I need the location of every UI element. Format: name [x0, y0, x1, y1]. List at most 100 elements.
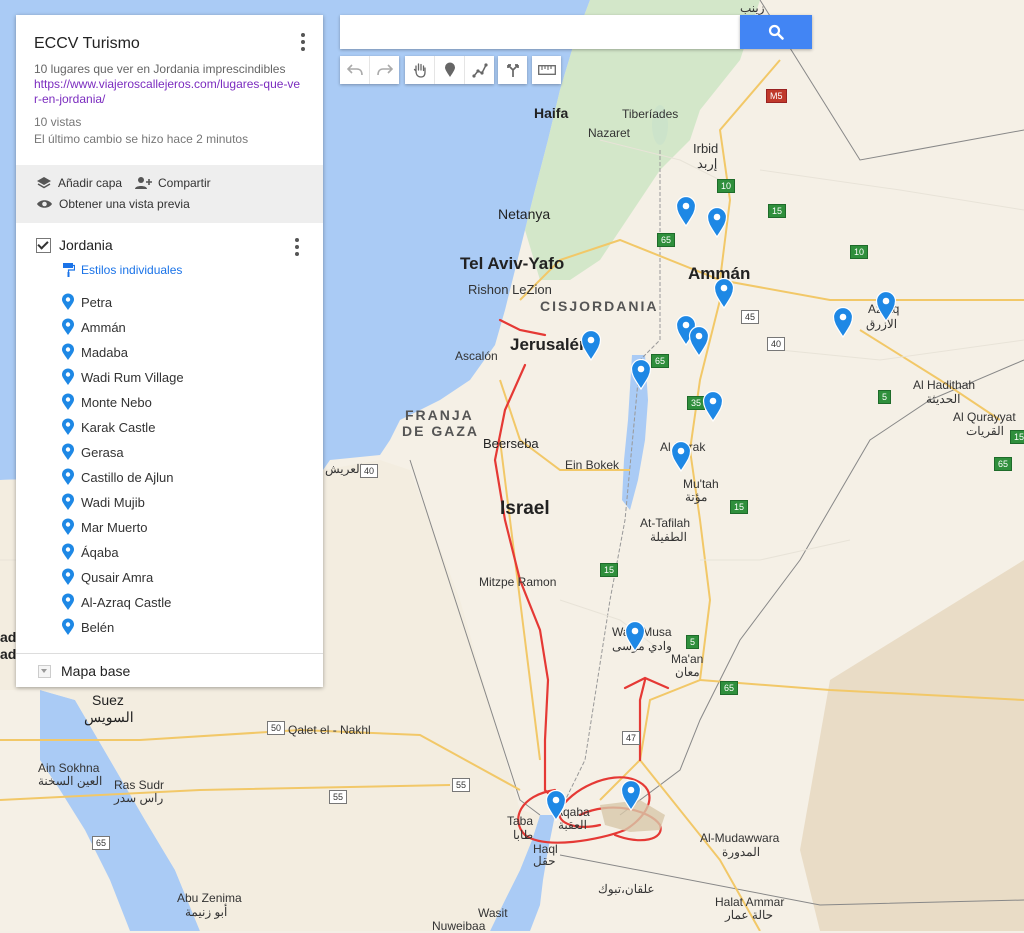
map-views-count: 10 vistas — [34, 115, 82, 129]
place-name: Belén — [81, 619, 115, 635]
search-input[interactable] — [340, 15, 740, 49]
map-pin-icon[interactable] — [624, 620, 646, 652]
map-description-link[interactable]: https://www.viajeroscallejeros.com/lugar… — [34, 77, 304, 107]
map-label-mudawwara-ar: المدورة — [722, 845, 761, 859]
place-name: Ammán — [81, 319, 126, 335]
undo-icon[interactable] — [340, 56, 370, 84]
layer-place-item[interactable]: Petra — [61, 291, 112, 313]
map-options-kebab-icon[interactable] — [301, 33, 305, 51]
place-marker-icon — [62, 418, 74, 435]
road-shield: 10 — [850, 245, 869, 259]
layer-place-item[interactable]: Castillo de Ajlun — [61, 466, 174, 488]
map-pin-icon[interactable] — [670, 440, 692, 472]
preview-button[interactable]: Obtener una vista previa — [36, 197, 190, 211]
marker-icon[interactable] — [435, 56, 465, 84]
map-pin-icon[interactable] — [580, 329, 602, 361]
ruler-icon[interactable] — [532, 56, 561, 84]
layer-name[interactable]: Jordania — [59, 237, 113, 253]
map-description[interactable]: 10 lugares que ver en Jordania imprescin… — [34, 62, 285, 76]
layer-place-item[interactable]: Gerasa — [61, 441, 124, 463]
layer-place-item[interactable]: Monte Nebo — [61, 391, 152, 413]
map-label-qurayyat: Al Qurayyat — [953, 410, 1016, 424]
place-marker-icon — [62, 318, 74, 335]
layer-visibility-checkbox[interactable] — [36, 237, 51, 253]
layer-place-item[interactable]: Wadi Rum Village — [61, 366, 184, 388]
map-label-cisjordania: CISJORDANIA — [540, 298, 659, 314]
layer-place-item[interactable]: Wadi Mujib — [61, 491, 145, 513]
road-shield: 5 — [686, 635, 700, 649]
draw-line-icon[interactable] — [465, 56, 494, 84]
map-label-rassudr: Ras Sudr — [114, 778, 165, 792]
map-pin-icon[interactable] — [706, 206, 728, 238]
road-shield: 15 — [768, 204, 787, 218]
map-pin-icon[interactable] — [545, 789, 567, 821]
place-name: Áqaba — [81, 544, 119, 560]
map-label-nazaret: Nazaret — [588, 126, 631, 140]
tools-toolbar — [405, 56, 494, 84]
road-shield: 10 — [717, 179, 736, 193]
place-marker-icon — [62, 518, 74, 535]
map-label-suez-ar: السويس — [84, 709, 134, 725]
layer-place-item[interactable]: Madaba — [61, 341, 128, 363]
map-label-ascalon: Ascalón — [455, 349, 498, 363]
map-label-halatammar: Halat Ammar — [715, 895, 785, 909]
map-label-maan-ar: معان — [675, 665, 700, 679]
map-pin-icon[interactable] — [702, 390, 724, 422]
layer-place-item[interactable]: Karak Castle — [61, 416, 155, 438]
road-shield: 65 — [994, 457, 1013, 471]
base-map-label: Mapa base — [61, 663, 131, 679]
place-name: Castillo de Ajlun — [81, 469, 174, 485]
base-map-toggle[interactable]: Mapa base — [38, 663, 130, 679]
hand-icon[interactable] — [405, 56, 435, 84]
map-label-telaviv: Tel Aviv-Yafo — [460, 254, 565, 273]
layer-place-item[interactable]: Belén — [61, 616, 114, 638]
map-label-mudawwara: Al-Mudawwara — [700, 831, 780, 845]
layer-place-item[interactable]: Ammán — [61, 316, 126, 338]
add-layer-button[interactable]: Añadir capa — [36, 176, 122, 190]
individual-styles-link[interactable]: Estilos individuales — [63, 263, 182, 277]
map-label-wasit: Wasit — [478, 906, 508, 920]
layer-place-item[interactable]: Qusair Amra — [61, 566, 153, 588]
place-marker-icon — [62, 618, 74, 635]
road-shield: 15 — [1010, 430, 1024, 444]
road-shield: 55 — [452, 778, 471, 792]
map-pin-icon[interactable] — [675, 195, 697, 227]
map-label-beerseba: Beerseba — [483, 436, 539, 451]
layer-options-kebab-icon[interactable] — [295, 238, 299, 256]
layer-place-item[interactable]: Mar Muerto — [61, 516, 147, 538]
map-label-halatammar-ar: حالة عمار — [725, 908, 774, 922]
map-pin-icon[interactable] — [620, 779, 642, 811]
undo-redo-toolbar — [340, 56, 399, 84]
share-button[interactable]: Compartir — [134, 176, 211, 190]
preview-label: Obtener una vista previa — [59, 197, 190, 211]
road-shield: 65 — [651, 354, 670, 368]
map-label-alarish-ar: العريش — [325, 462, 364, 476]
map-label-mutah: Mu'tah — [683, 477, 719, 491]
individual-styles-label: Estilos individuales — [81, 263, 183, 277]
layer-place-item[interactable]: Al-Azraq Castle — [61, 591, 171, 613]
place-marker-icon — [62, 443, 74, 460]
map-label-abuzenima-ar: أبو زنيمة — [185, 905, 228, 919]
road-shield: 50 — [267, 721, 286, 735]
add-person-icon — [135, 177, 152, 189]
map-pin-icon[interactable] — [875, 290, 897, 322]
road-shield: 47 — [622, 731, 641, 745]
map-pin-icon[interactable] — [688, 325, 710, 357]
map-pin-icon[interactable] — [832, 306, 854, 338]
road-shield: 65 — [720, 681, 739, 695]
road-shield: 65 — [657, 233, 676, 247]
redo-icon[interactable] — [370, 56, 399, 84]
map-pin-icon[interactable] — [713, 277, 735, 309]
search-button[interactable] — [740, 15, 812, 49]
directions-icon[interactable] — [498, 56, 527, 84]
map-label-tafilah-ar: الطفيلة — [650, 530, 687, 544]
map-pin-icon[interactable] — [630, 358, 652, 390]
map-label-hadithah-ar: الحديثة — [926, 392, 961, 406]
map-label-mitzpe: Mitzpe Ramon — [479, 575, 557, 589]
road-shield: 15 — [730, 500, 749, 514]
map-label-israel: Israel — [500, 498, 550, 519]
map-label-gaza: DE GAZA — [402, 423, 479, 439]
layer-place-item[interactable]: Áqaba — [61, 541, 119, 563]
layer-header[interactable]: Jordania — [36, 237, 113, 253]
map-title[interactable]: ECCV Turismo — [34, 35, 140, 53]
